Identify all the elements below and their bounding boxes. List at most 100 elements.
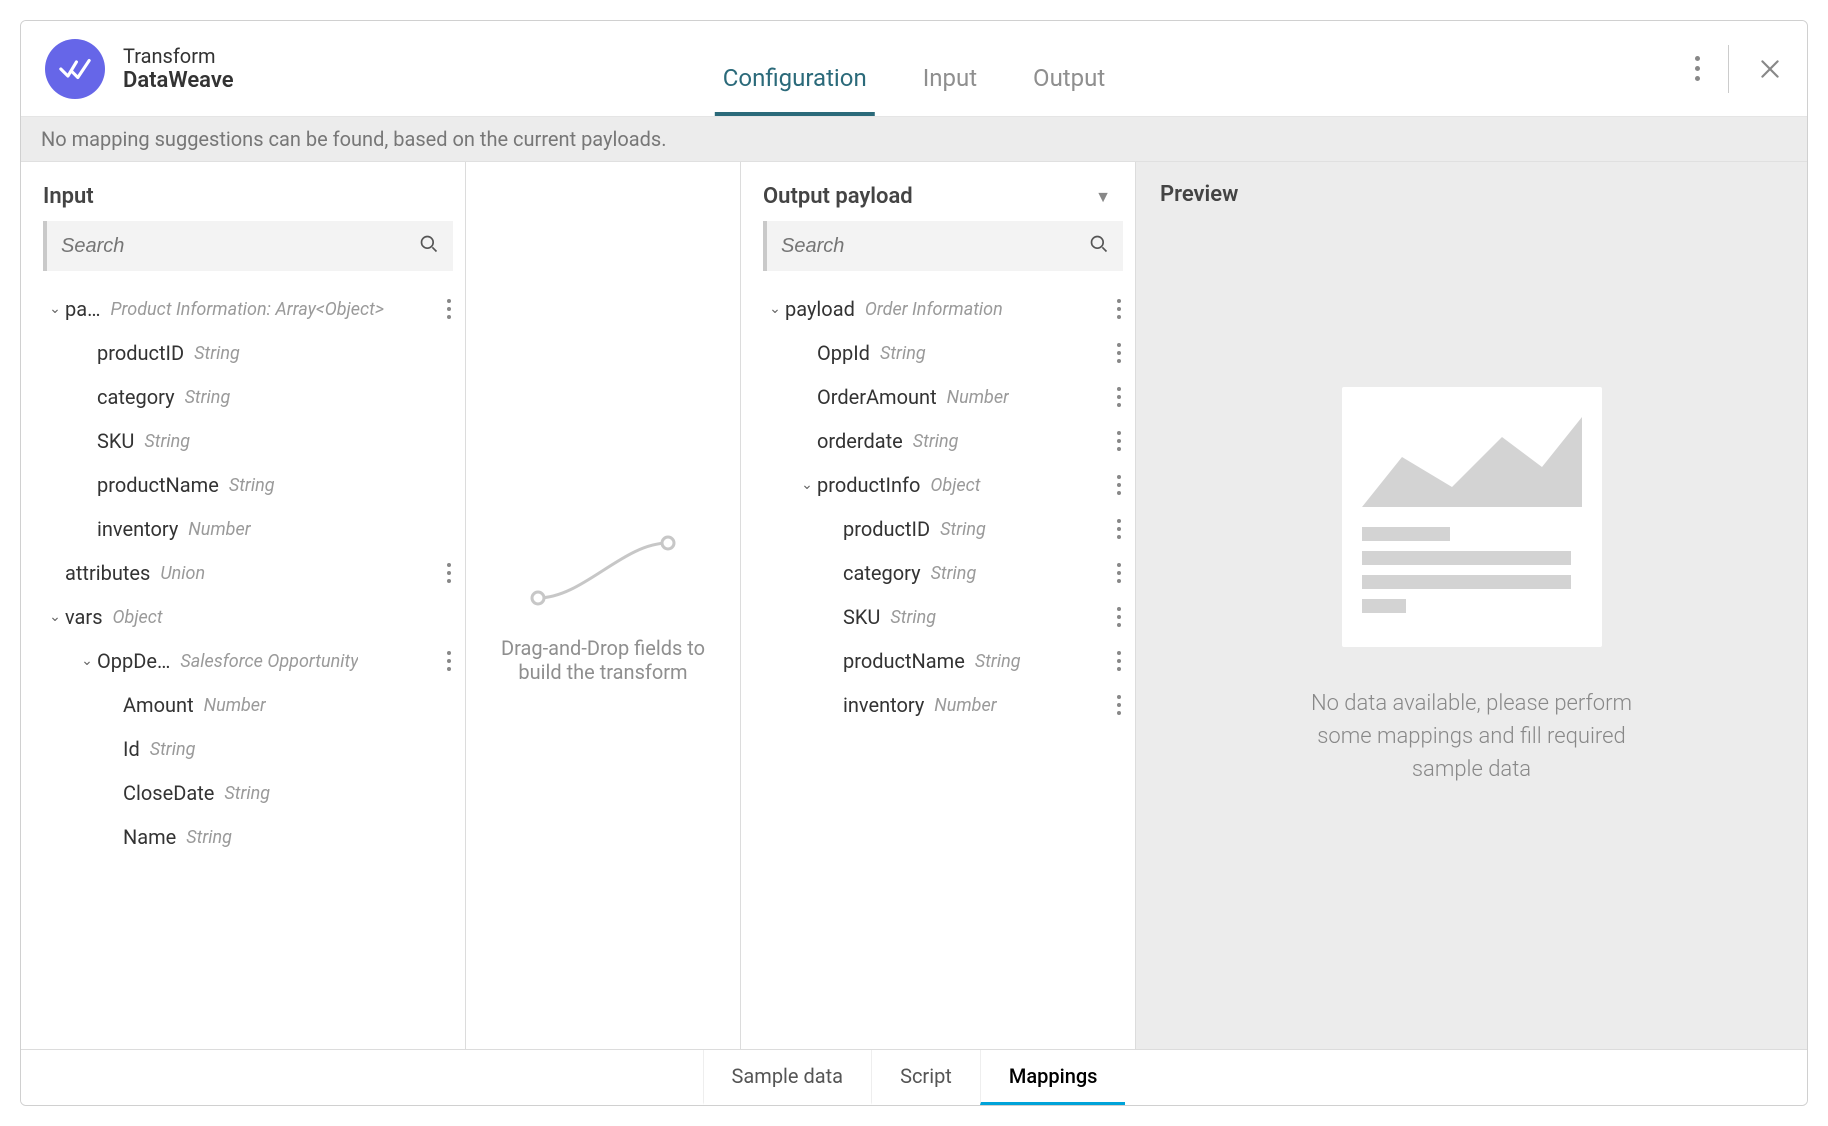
input-field-type: Salesforce Opportunity <box>180 651 358 672</box>
drop-hint-text: Drag-and-Drop fields to build the transf… <box>490 636 716 684</box>
dataweave-panel: Transform DataWeave Configuration Input … <box>20 20 1808 1106</box>
output-row[interactable]: OrderAmountNumber <box>759 375 1131 419</box>
tab-output[interactable]: Output <box>1025 64 1113 116</box>
preview-column: Preview No data available, ple <box>1136 162 1807 1049</box>
input-field-name: Id <box>123 737 140 761</box>
output-row[interactable]: productNameString <box>759 639 1131 683</box>
row-menu-button[interactable] <box>1113 427 1125 455</box>
row-menu-button[interactable] <box>1113 647 1125 675</box>
output-row[interactable]: productIDString <box>759 507 1131 551</box>
row-menu-button[interactable] <box>443 559 455 587</box>
input-field-type: Union <box>160 563 205 584</box>
input-row[interactable]: inventoryNumber <box>39 507 461 551</box>
row-menu-button[interactable] <box>1113 559 1125 587</box>
input-field-name: category <box>97 385 175 409</box>
output-row[interactable]: OppId String <box>759 331 1131 375</box>
output-row[interactable]: orderdateString <box>759 419 1131 463</box>
output-field-type: String <box>880 343 926 364</box>
footer-tabs: Sample data Script Mappings <box>21 1049 1807 1105</box>
row-menu-button[interactable] <box>1113 339 1125 367</box>
more-options-button[interactable] <box>1695 56 1700 81</box>
row-menu-button[interactable] <box>1113 603 1125 631</box>
output-title-label: Output payload <box>763 184 913 209</box>
output-row[interactable]: SKUString <box>759 595 1131 639</box>
row-menu-button[interactable] <box>1113 383 1125 411</box>
curve-icon <box>523 528 683 618</box>
tab-configuration[interactable]: Configuration <box>715 64 875 116</box>
input-field-type: Object <box>113 607 163 628</box>
row-menu-button[interactable] <box>1113 691 1125 719</box>
input-field-type: String <box>224 783 270 804</box>
chevron-down-icon[interactable]: ⌄ <box>45 609 65 625</box>
input-row[interactable]: ⌄pa…Product Information: Array<Object> <box>39 287 461 331</box>
input-field-name: vars <box>65 605 103 629</box>
output-row[interactable]: categoryString <box>759 551 1131 595</box>
footer-tab-script[interactable]: Script <box>871 1050 980 1105</box>
row-menu-button[interactable] <box>1113 295 1125 323</box>
input-search-field[interactable] <box>61 235 419 258</box>
output-field-type: String <box>940 519 986 540</box>
footer-tab-sample-data[interactable]: Sample data <box>703 1050 872 1105</box>
input-row[interactable]: SKU String <box>39 419 461 463</box>
close-button[interactable] <box>1757 56 1783 82</box>
search-icon <box>1089 234 1109 258</box>
input-field-name: Name <box>123 825 176 849</box>
chevron-down-icon[interactable]: ⌄ <box>45 301 65 317</box>
component-type-label: Transform <box>123 44 234 68</box>
mapping-drop-zone[interactable]: Drag-and-Drop fields to build the transf… <box>466 162 741 1049</box>
input-field-type: String <box>185 387 231 408</box>
title-block: Transform DataWeave <box>123 44 234 93</box>
input-field-name: productID <box>97 341 184 365</box>
output-field-type: Number <box>947 387 1009 408</box>
row-menu-button[interactable] <box>1113 515 1125 543</box>
input-field-type: Number <box>188 519 250 540</box>
output-field-type: Object <box>930 475 980 496</box>
header: Transform DataWeave Configuration Input … <box>21 21 1807 117</box>
output-search[interactable] <box>763 221 1123 271</box>
input-row[interactable]: productNameString <box>39 463 461 507</box>
chevron-down-icon[interactable]: ⌄ <box>77 653 97 669</box>
input-field-name: CloseDate <box>123 781 214 805</box>
input-field-type: String <box>144 431 190 452</box>
tab-input[interactable]: Input <box>915 64 985 116</box>
row-menu-button[interactable] <box>443 295 455 323</box>
input-field-type: String <box>194 343 240 364</box>
input-row[interactable]: AmountNumber <box>39 683 461 727</box>
input-row[interactable]: NameString <box>39 815 461 859</box>
input-field-name: SKU <box>97 429 134 453</box>
input-field-name: OppDe… <box>97 649 170 673</box>
output-row[interactable]: ⌄productInfo Object <box>759 463 1131 507</box>
output-dropdown-icon[interactable]: ▼ <box>1095 187 1111 207</box>
input-row[interactable]: Id String <box>39 727 461 771</box>
output-row[interactable]: ⌄payloadOrder Information <box>759 287 1131 331</box>
output-search-field[interactable] <box>781 235 1089 258</box>
input-field-type: Number <box>204 695 266 716</box>
chevron-down-icon[interactable]: ⌄ <box>765 301 785 317</box>
header-actions <box>1695 45 1783 93</box>
output-field-name: payload <box>785 297 855 321</box>
output-row[interactable]: inventoryNumber <box>759 683 1131 727</box>
input-search[interactable] <box>43 221 453 271</box>
placeholder-card-icon <box>1342 387 1602 647</box>
preview-empty-state: No data available, please perform some m… <box>1160 387 1783 786</box>
output-field-name: productInfo <box>817 473 920 497</box>
output-field-name: category <box>843 561 921 585</box>
row-menu-button[interactable] <box>1113 471 1125 499</box>
input-row[interactable]: category String <box>39 375 461 419</box>
preview-empty-text: No data available, please perform some m… <box>1282 687 1662 786</box>
output-field-name: OppId <box>817 341 870 365</box>
row-menu-button[interactable] <box>443 647 455 675</box>
input-field-type: String <box>150 739 196 760</box>
chevron-down-icon[interactable]: ⌄ <box>797 477 817 493</box>
output-field-type: String <box>913 431 959 452</box>
input-row[interactable]: CloseDate String <box>39 771 461 815</box>
input-row[interactable]: productID String <box>39 331 461 375</box>
output-tree: ⌄payloadOrder Information OppId String Orde… <box>759 283 1131 727</box>
input-field-type: Product Information: Array<Object> <box>111 299 385 320</box>
input-field-type: String <box>229 475 275 496</box>
footer-tab-mappings[interactable]: Mappings <box>980 1050 1126 1105</box>
input-row[interactable]: ⌄OppDe… Salesforce Opportunity <box>39 639 461 683</box>
input-row[interactable]: attributesUnion <box>39 551 461 595</box>
input-row[interactable]: ⌄vars Object <box>39 595 461 639</box>
input-tree: ⌄pa…Product Information: Array<Object>pr… <box>39 283 461 859</box>
